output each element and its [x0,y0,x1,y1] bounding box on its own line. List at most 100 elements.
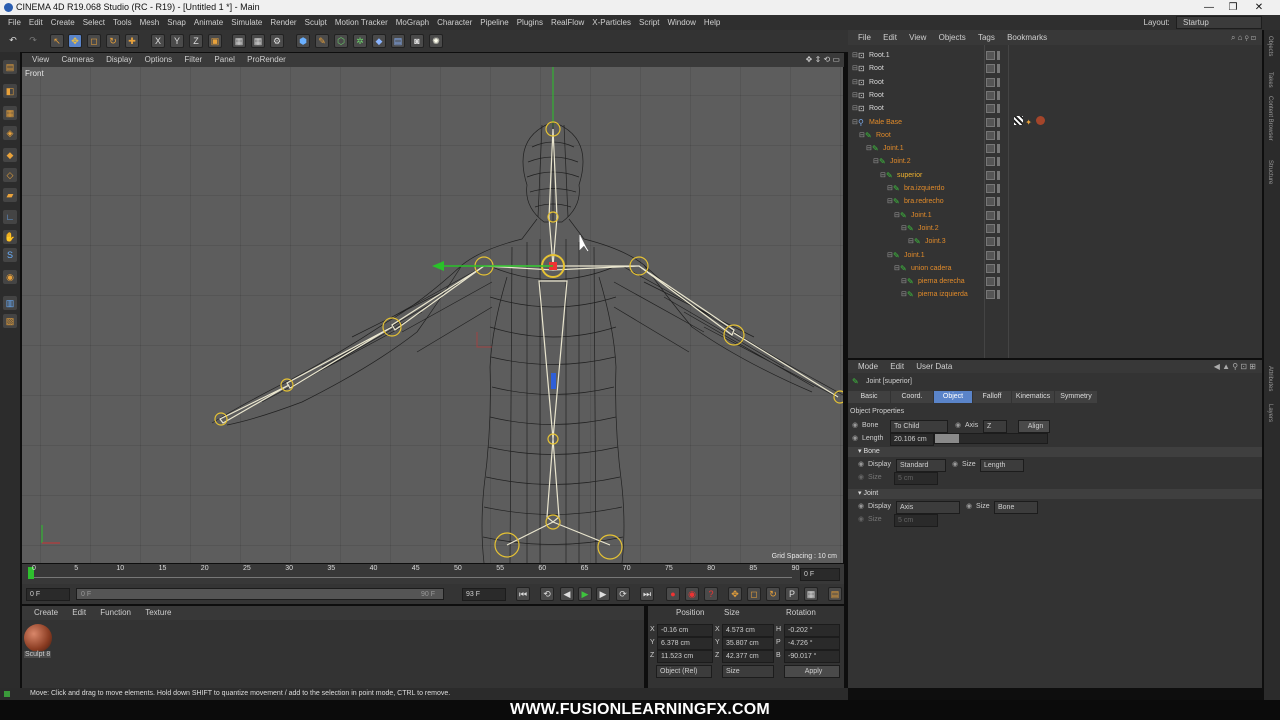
expand-toggle-icon[interactable]: ⊟ [901,275,907,288]
timeline-end-field[interactable]: 0 F [800,568,840,581]
deformer-icon[interactable]: ◆ [372,34,386,48]
attr-menu-mode[interactable]: Mode [858,362,878,371]
objmgr-menu-tags[interactable]: Tags [978,33,995,42]
material-menu-texture[interactable]: Texture [145,608,171,617]
visibility-toggle-icon[interactable] [986,277,995,287]
point-level-animation-icon[interactable]: ▦ [804,587,818,601]
position-key-icon[interactable]: ✥ [728,587,742,601]
material-tag-icon[interactable] [1036,116,1046,125]
menu-script[interactable]: Script [639,15,659,30]
visibility-toggle-icon[interactable] [986,157,995,167]
attr-menu-edit[interactable]: Edit [890,362,904,371]
editor-render-dots-icon[interactable] [997,263,1000,273]
bone-size-radio-icon[interactable]: ◉ [952,459,958,470]
object-row[interactable]: ⊟ ✎ bra.redrecho [848,195,1262,208]
array-generator-icon[interactable]: ✲ [353,34,367,48]
joint-size-dropdown[interactable]: Bone [994,501,1038,514]
axis-radio-icon[interactable]: ◉ [955,420,961,431]
snapping-icon[interactable]: S [3,248,17,262]
viewport-menu-prorender[interactable]: ProRender [247,55,286,64]
tweak-mode-icon[interactable]: ✋ [3,230,17,244]
camera-icon[interactable]: ◙ [410,34,424,48]
expand-toggle-icon[interactable]: ⊟ [852,102,858,115]
object-row[interactable]: ⊟ ⊡ Root [848,62,1262,75]
object-row[interactable]: ⊟ ✎ Joint.1 [848,209,1262,222]
length-slider[interactable] [934,433,1048,444]
visibility-toggle-icon[interactable] [986,250,995,260]
viewport-menu-panel[interactable]: Panel [214,55,234,64]
tab-falloff[interactable]: Falloff [973,391,1011,403]
size-z-field[interactable]: 42.377 cm [722,650,774,663]
minimize-button[interactable]: — [1198,0,1220,15]
menu-create[interactable]: Create [51,15,75,30]
align-button[interactable]: Align [1018,420,1050,433]
editor-render-dots-icon[interactable] [997,290,1000,300]
editor-render-dots-icon[interactable] [997,237,1000,247]
object-row[interactable]: ⊟ ✎ pierna izquierda [848,288,1262,301]
timeline-window-icon[interactable]: ▤ [828,587,842,601]
y-axis-lock-icon[interactable]: Y [170,34,184,48]
object-row[interactable]: ⊟ ✎ Joint.1 [848,249,1262,262]
editor-render-dots-icon[interactable] [997,144,1000,154]
keyframe-selection-icon[interactable]: ? [704,587,718,601]
visibility-toggle-icon[interactable] [986,290,995,300]
rotation-p-field[interactable]: -4.726 ° [784,637,840,650]
next-frame-icon[interactable]: ▶ [596,587,610,601]
rotation-key-icon[interactable]: ↻ [766,587,780,601]
object-row[interactable]: ⊟ ⊡ Root [848,76,1262,89]
expand-toggle-icon[interactable]: ⊟ [887,249,893,262]
visibility-toggle-icon[interactable] [986,170,995,180]
menu-edit[interactable]: Edit [29,15,43,30]
tab-symmetry[interactable]: Symmetry [1055,391,1097,403]
move-tool-icon[interactable]: ✥ [68,34,82,48]
bone-display-radio-icon[interactable]: ◉ [858,459,864,470]
size-x-field[interactable]: 4.573 cm [722,624,774,637]
expand-toggle-icon[interactable]: ⊟ [908,235,914,248]
menu-plugins[interactable]: Plugins [517,15,543,30]
editor-render-dots-icon[interactable] [997,51,1000,60]
editor-render-dots-icon[interactable] [997,157,1000,167]
menu-window[interactable]: Window [667,15,695,30]
render-view-icon[interactable]: ▦ [232,34,246,48]
redo-icon[interactable]: ↷ [26,34,40,48]
visibility-toggle-icon[interactable] [986,51,995,60]
render-to-picture-viewer-icon[interactable]: ▦ [251,34,265,48]
viewport-menu-display[interactable]: Display [106,55,132,64]
solo-hierarchy-icon[interactable]: ▧ [3,314,17,328]
expand-toggle-icon[interactable]: ⊟ [873,155,879,168]
material-swatch[interactable] [24,624,52,652]
coordinate-system-icon[interactable]: ▣ [208,34,222,48]
start-frame-field[interactable]: 0 F [26,588,70,601]
object-row[interactable]: ⊟ ✎ superior [848,169,1262,182]
expand-toggle-icon[interactable]: ⊟ [866,142,872,155]
menu-x-particles[interactable]: X-Particles [592,15,631,30]
object-row[interactable]: ⊟ ✎ Root [848,129,1262,142]
object-row[interactable]: ⊟ ⊡ Root [848,89,1262,102]
joint-display-dropdown[interactable]: Axis [896,501,960,514]
goto-next-key-icon[interactable]: ⟳ [616,587,630,601]
strip-tab-takes[interactable]: Takes [1267,72,1273,88]
axis-mode-icon[interactable]: ∟ [3,210,17,224]
attr-menu-user-data[interactable]: User Data [916,362,952,371]
material-name[interactable]: Sculpt 8 [24,651,52,658]
layout-dropdown[interactable]: Startup [1176,16,1262,29]
expand-toggle-icon[interactable]: ⊟ [887,195,893,208]
render-settings-icon[interactable]: ⚙ [270,34,284,48]
goto-start-icon[interactable]: ⏮ [516,587,530,601]
objmgr-menu-bookmarks[interactable]: Bookmarks [1007,33,1047,42]
polygons-mode-icon[interactable]: ▰ [3,188,17,202]
close-button[interactable]: ✕ [1248,0,1270,15]
objmgr-menu-file[interactable]: File [858,33,871,42]
goto-previous-key-icon[interactable]: ⟲ [540,587,554,601]
rotate-tool-icon[interactable]: ↻ [106,34,120,48]
expand-toggle-icon[interactable]: ⊟ [901,222,907,235]
editor-render-dots-icon[interactable] [997,250,1000,260]
tab-coord[interactable]: Coord. [891,391,933,403]
menu-mograph[interactable]: MoGraph [396,15,429,30]
position-y-field[interactable]: 6.378 cm [657,637,713,650]
subdivision-surface-icon[interactable]: ⬡ [334,34,348,48]
spline-pen-icon[interactable]: ✎ [315,34,329,48]
tab-kinematics[interactable]: Kinematics [1012,391,1054,403]
play-icon[interactable]: ▶ [578,587,592,601]
strip-tab-content-browser[interactable]: Content Browser [1267,96,1273,141]
